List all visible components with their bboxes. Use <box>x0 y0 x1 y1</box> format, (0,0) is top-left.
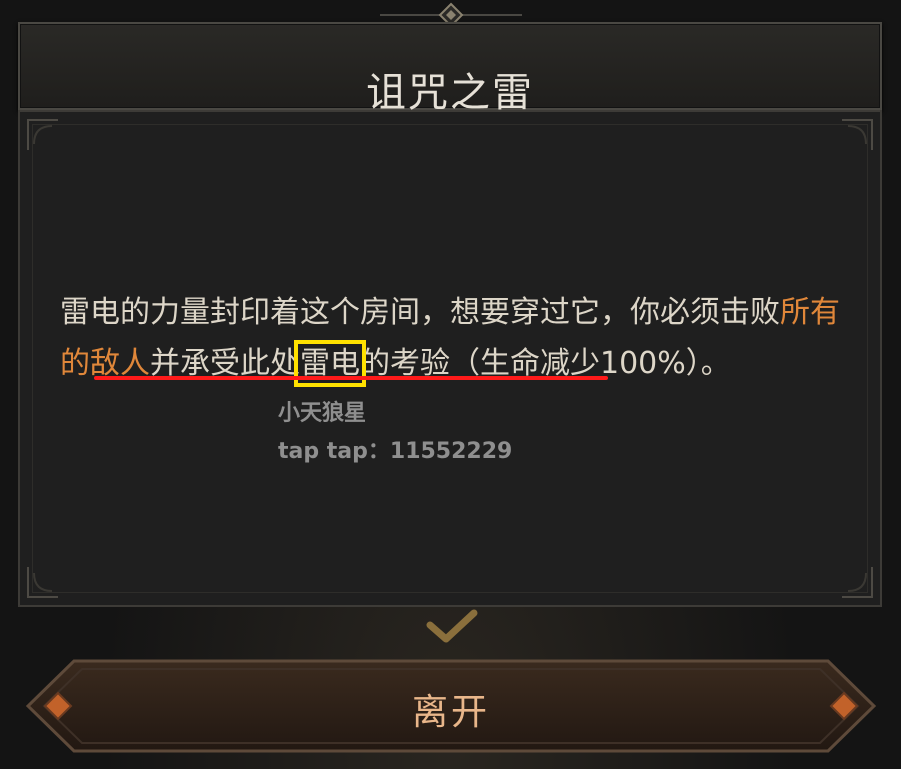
watermark-name: 小天狼星 <box>278 401 367 426</box>
corner-ornament-top-left <box>26 118 60 152</box>
corner-ornament-bottom-right <box>840 565 874 599</box>
corner-ornament-bottom-left <box>26 565 60 599</box>
leave-button-label: 离开 <box>411 692 490 733</box>
dialog-description: 雷电的力量封印着这个房间，想要穿过它，你必须击败所有的敌人并承受此处雷电的考验（… <box>60 287 850 389</box>
description-text-part1: 雷电的力量封印着这个房间，想要穿过它，你必须击败 <box>60 295 780 330</box>
watermark-id: tap tap：11552229 <box>278 439 513 464</box>
title-bar: 诅咒之雷 <box>18 22 882 116</box>
red-underline-annotation <box>94 376 608 380</box>
watermark: 小天狼星 tap tap：11552229 <box>278 395 512 471</box>
corner-ornament-top-right <box>840 118 874 152</box>
checkmark-icon <box>426 609 478 643</box>
leave-button[interactable]: 离开 <box>24 657 878 755</box>
